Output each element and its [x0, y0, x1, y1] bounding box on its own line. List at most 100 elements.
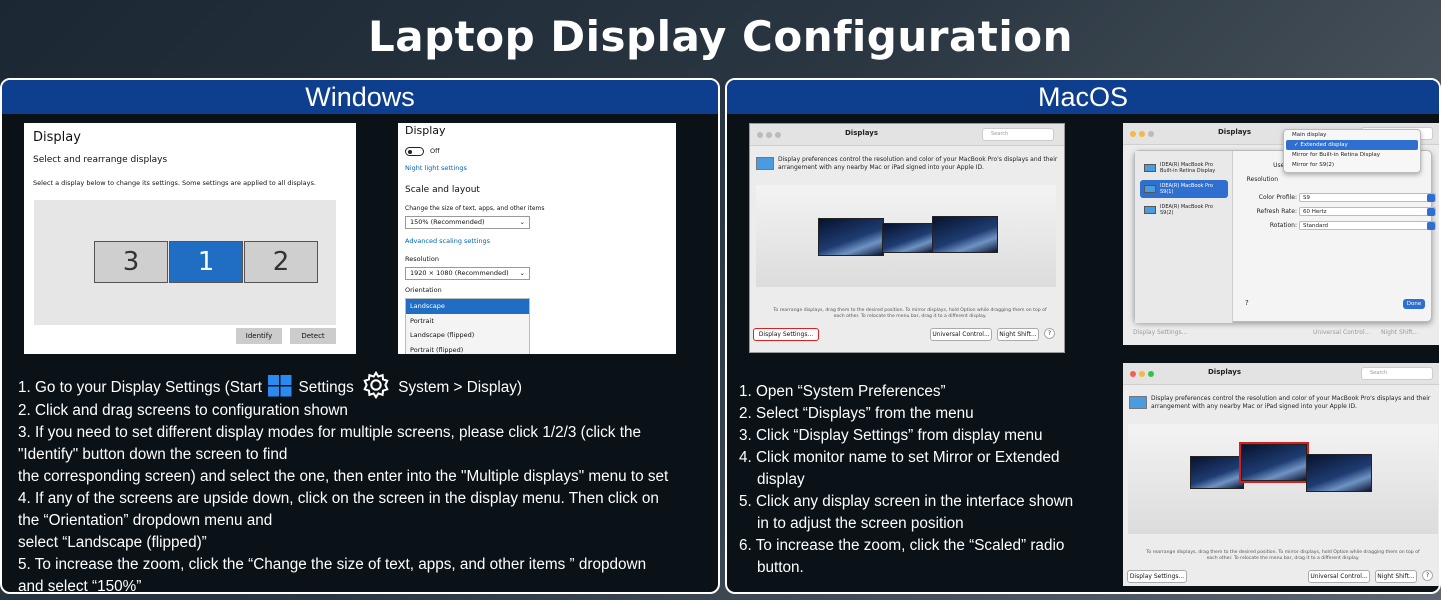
color-profile-select[interactable]: S9 [1299, 193, 1436, 202]
menu-item-main-display[interactable]: Main display [1284, 130, 1420, 140]
help-button[interactable]: ? [1422, 570, 1433, 581]
orientation-dropdown-list[interactable]: Landscape Portrait Landscape (flipped) P… [405, 298, 530, 354]
monitor-2[interactable]: 2 [244, 241, 318, 283]
identify-button[interactable]: Identify [236, 328, 282, 344]
instruction-line: 4. If any of the screens are upside down… [18, 490, 659, 507]
displays-description: Display preferences control the resoluti… [778, 156, 1058, 171]
minimize-dot-icon[interactable] [1139, 131, 1145, 137]
minimize-dot-icon[interactable] [766, 132, 772, 138]
universal-control-button[interactable]: Universal Control... [1308, 570, 1370, 583]
rotation-select[interactable]: Standard [1299, 221, 1436, 230]
windows-header: Windows [2, 80, 718, 114]
display-screen[interactable] [932, 216, 998, 253]
display-settings-button[interactable]: Display Settings... [753, 328, 819, 341]
macos-instructions: 1. Open “System Preferences” 2. Select “… [739, 381, 1109, 579]
night-shift-button[interactable]: Night Shift... [1375, 570, 1417, 583]
sidebar-item-s9-1[interactable]: IDEA(R) MacBook Pro S9(1) [1140, 180, 1228, 198]
scale-value: 150% (Recommended) [410, 218, 485, 226]
help-button[interactable]: ? [1044, 328, 1055, 339]
orientation-label: Orientation [405, 286, 442, 294]
displays-description: Display preferences control the resoluti… [1151, 395, 1431, 410]
night-light-toggle[interactable] [405, 147, 424, 156]
orientation-option[interactable]: Landscape (flipped) [406, 328, 529, 343]
stepper-icon [1427, 222, 1435, 230]
display-screen[interactable] [882, 223, 934, 253]
instruction-text: Settings [298, 379, 354, 396]
windows-instructions: 1. Go to your Display Settings (Start Se… [18, 370, 718, 592]
bg-universal-control-button: Universal Control... [1313, 329, 1371, 336]
search-input[interactable]: Search [1361, 367, 1433, 380]
orientation-option[interactable]: Portrait (flipped) [406, 343, 529, 355]
instruction-text: System > Display) [398, 379, 522, 396]
macos-displays-screenshot-2: Displays Search Display preferences cont… [1123, 363, 1439, 586]
color-profile-value: S9 [1303, 195, 1310, 201]
instruction-line: button. [757, 559, 804, 576]
monitor-1[interactable]: 1 [169, 241, 243, 283]
night-light-settings-link[interactable]: Night light settings [405, 164, 467, 172]
display-icon [1144, 185, 1156, 193]
window-title: Displays [1208, 368, 1242, 376]
display-icon [1144, 164, 1156, 172]
night-shift-button[interactable]: Night Shift... [997, 328, 1039, 341]
chevron-down-icon: ⌄ [519, 218, 525, 226]
instruction-line: the “Orientation” dropdown menu and [18, 512, 273, 529]
display-heading: Display [33, 130, 81, 145]
zoom-dot-icon[interactable] [1148, 131, 1154, 137]
window-title: Displays [845, 129, 879, 137]
orientation-option[interactable]: Portrait [406, 314, 529, 329]
display-sidebar: IDEA(R) MacBook Pro Built-in Retina Displ… [1135, 151, 1233, 323]
bg-display-settings-button: Display Settings... [1133, 329, 1188, 336]
display-icon [1129, 396, 1147, 409]
help-button[interactable]: ? [1245, 299, 1249, 307]
display-screen[interactable] [1306, 454, 1372, 492]
use-as-menu[interactable]: Main display ✓ Extended display Mirror f… [1283, 129, 1421, 173]
zoom-dot-icon[interactable] [775, 132, 781, 138]
universal-control-button[interactable]: Universal Control... [930, 328, 992, 341]
menu-item-mirror-builtin[interactable]: Mirror for Built-in Retina Display [1284, 150, 1420, 160]
windows-display-arrange-screenshot: Display Select and rearrange displays Se… [24, 123, 356, 354]
advanced-scaling-link[interactable]: Advanced scaling settings [405, 237, 490, 245]
sidebar-item-s9-2[interactable]: IDEA(R) MacBook Pro S9(2) [1140, 201, 1228, 219]
rearrange-hint: To rearrange displays, drag them to the … [773, 308, 1047, 319]
monitor-3[interactable]: 3 [94, 241, 168, 283]
instruction-line: 1. Open “System Preferences” [739, 383, 946, 400]
close-dot-icon[interactable] [1130, 371, 1136, 377]
minimize-dot-icon[interactable] [1139, 371, 1145, 377]
refresh-rate-select[interactable]: 60 Hertz [1299, 207, 1436, 216]
stepper-icon [1427, 194, 1435, 202]
display-screen-selected[interactable] [1239, 442, 1309, 483]
instruction-line: 3. If you need to set different display … [18, 424, 641, 441]
sidebar-item-sub: S9(1) [1160, 189, 1174, 195]
page-title: Laptop Display Configuration [367, 12, 1074, 61]
menu-item-extended-display[interactable]: ✓ Extended display [1286, 140, 1418, 150]
display-screen[interactable] [1190, 456, 1244, 489]
search-input[interactable]: Search [982, 128, 1054, 141]
scale-dropdown[interactable]: 150% (Recommended) ⌄ [405, 216, 530, 229]
close-dot-icon[interactable] [1130, 131, 1136, 137]
resolution-dropdown[interactable]: 1920 × 1080 (Recommended) ⌄ [405, 267, 530, 280]
display-screen[interactable] [818, 218, 884, 256]
bg-night-shift-button: Night Shift... [1381, 329, 1419, 336]
orientation-option[interactable]: Landscape [406, 299, 529, 314]
zoom-dot-icon[interactable] [1148, 371, 1154, 377]
display-settings-button[interactable]: Display Settings... [1127, 570, 1187, 583]
detect-button[interactable]: Detect [290, 328, 336, 344]
display-arrangement-area[interactable] [756, 185, 1056, 287]
rearrange-subheading: Select and rearrange displays [33, 155, 168, 165]
resolution-label: Resolution [1246, 176, 1278, 183]
sidebar-item-sub: S9(2) [1160, 210, 1174, 216]
display-icon [1144, 206, 1156, 214]
display-arrangement-area[interactable]: 3 1 2 [34, 200, 336, 325]
menu-item-mirror-s9-2[interactable]: Mirror for S9(2) [1284, 160, 1420, 170]
close-dot-icon[interactable] [757, 132, 763, 138]
chevron-down-icon: ⌄ [519, 269, 525, 277]
instruction-line: 2. Select “Displays” from the menu [739, 405, 974, 422]
window-titlebar: Displays Search [1123, 363, 1439, 385]
sidebar-item-builtin[interactable]: IDEA(R) MacBook Pro Built-in Retina Displ… [1140, 159, 1228, 177]
display-arrangement-area[interactable] [1128, 424, 1438, 534]
done-button[interactable]: Done [1403, 299, 1425, 309]
instruction-line: display [757, 471, 805, 488]
instruction-line: 5. To increase the zoom, click the “Chan… [18, 556, 647, 573]
macos-displays-screenshot-1: Displays Search Display preferences cont… [749, 123, 1065, 353]
macos-panel: MacOS Displays Search Display preference… [725, 78, 1441, 594]
